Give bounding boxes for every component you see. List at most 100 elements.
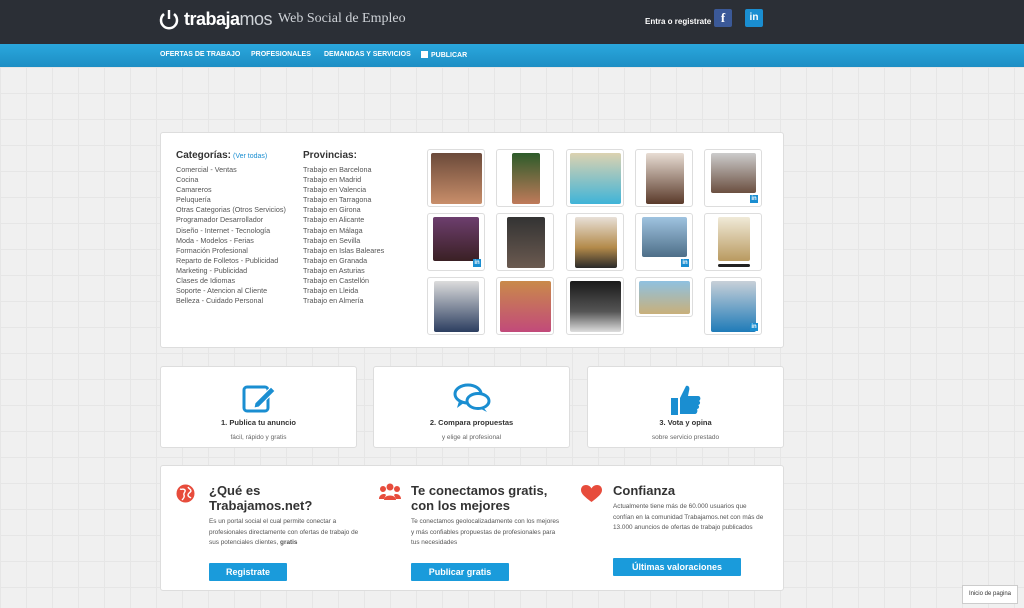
list-item[interactable]: Trabajo en Madrid <box>303 175 413 185</box>
linkedin-badge-icon: in <box>750 323 758 331</box>
latest-reviews-button[interactable]: Últimas valoraciones <box>613 558 741 576</box>
avatar <box>500 281 551 332</box>
main-nav: OFERTAS DE TRABAJO PROFESIONALES DEMANDA… <box>0 44 1024 67</box>
avatar <box>646 153 684 204</box>
provinces-list: Trabajo en Barcelona Trabajo en Madrid Tra… <box>303 165 413 306</box>
avatar <box>718 217 750 261</box>
profile-photo[interactable]: in <box>427 213 485 271</box>
step-compare[interactable]: 2. Compara propuestas y elige al profesi… <box>373 366 570 448</box>
provinces-title: Provincias: <box>303 150 357 161</box>
what-is-text: Es un portal social el cual permite cone… <box>209 518 359 547</box>
list-item[interactable]: Trabajo en Almería <box>303 296 413 306</box>
publish-free-button[interactable]: Publicar gratis <box>411 563 509 581</box>
back-to-top-button[interactable]: Inicio de pagina <box>962 585 1018 604</box>
list-item[interactable]: Trabajo en Sevilla <box>303 236 413 246</box>
avatar <box>433 217 479 261</box>
profile-photo[interactable] <box>566 213 624 271</box>
profile-photo[interactable]: in <box>635 213 693 271</box>
step-title: 2. Compara propuestas <box>429 418 514 427</box>
register-button[interactable]: Registrate <box>209 563 287 581</box>
logo-tagline: Web Social de Empleo <box>278 11 406 26</box>
list-item[interactable]: Trabajo en Castellón <box>303 276 413 286</box>
list-item[interactable]: Diseño - Internet - Tecnología <box>176 226 286 236</box>
list-item[interactable]: Comercial - Ventas <box>176 165 286 175</box>
list-item[interactable]: Trabajo en Lleida <box>303 286 413 296</box>
step-subtitle: sobre servicio prestado <box>651 434 720 441</box>
nav-profesionales[interactable]: PROFESIONALES <box>251 51 311 58</box>
nav-demandas[interactable]: DEMANDAS Y SERVICIOS <box>324 51 411 58</box>
connect-title: Te conectamos gratis, con los mejores <box>411 483 548 513</box>
view-all-link[interactable]: (Ver todas) <box>233 153 267 160</box>
step-title: 3. Vota y opina <box>659 418 712 427</box>
globe-icon <box>176 484 195 503</box>
categories-title: Categorías: (Ver todas) <box>176 150 268 161</box>
list-item[interactable]: Trabajo en Barcelona <box>303 165 413 175</box>
list-item[interactable]: Camareros <box>176 185 286 195</box>
list-item[interactable]: Programador Desarrollador <box>176 215 286 225</box>
list-item[interactable]: Otras Categorias (Otros Servicios) <box>176 205 286 215</box>
users-icon <box>379 483 401 500</box>
site-logo[interactable]: trabajamos Web Social de Empleo <box>158 8 406 30</box>
list-item[interactable]: Trabajo en Málaga <box>303 226 413 236</box>
list-item[interactable]: Trabajo en Tarragona <box>303 195 413 205</box>
profile-photo[interactable] <box>566 277 624 335</box>
list-item[interactable]: Belleza - Cuidado Personal <box>176 296 286 306</box>
step-publish[interactable]: 1. Publica tu anuncio fácil, rápido y gr… <box>160 366 357 448</box>
profile-photo[interactable] <box>427 149 485 207</box>
profile-photo[interactable] <box>704 213 762 271</box>
list-item[interactable]: Clases de Idiomas <box>176 276 286 286</box>
thumbs-up-icon <box>670 385 700 415</box>
check-icon <box>421 51 428 58</box>
avatar <box>434 281 479 332</box>
step-title: 1. Publica tu anuncio <box>220 418 296 427</box>
logo-text: trabajamos <box>184 8 273 29</box>
directory-panel: Categorías: (Ver todas) Comercial - Venta… <box>160 132 784 348</box>
profile-photo[interactable] <box>427 277 485 335</box>
linkedin-badge-icon: in <box>681 259 689 267</box>
nav-publicar[interactable]: PUBLICAR <box>421 51 467 59</box>
linkedin-badge-icon: in <box>750 195 758 203</box>
login-register-link[interactable]: Entra o registrate <box>645 17 711 26</box>
linkedin-icon[interactable]: in <box>745 9 763 27</box>
list-item[interactable]: Trabajo en Asturias <box>303 266 413 276</box>
avatar <box>639 281 690 314</box>
list-item[interactable]: Peluquería <box>176 195 286 205</box>
profile-photo[interactable] <box>496 213 554 271</box>
list-item[interactable]: Moda - Modelos - Ferias <box>176 236 286 246</box>
what-is-title: ¿Qué es Trabajamos.net? <box>209 483 313 513</box>
list-item[interactable]: Trabajo en Girona <box>303 205 413 215</box>
nav-ofertas[interactable]: OFERTAS DE TRABAJO <box>160 51 240 58</box>
connect-text: Te conectamos geolocalizadamente con los… <box>411 518 560 547</box>
list-item[interactable]: Trabajo en Alicante <box>303 215 413 225</box>
linkedin-badge-icon: in <box>473 259 481 267</box>
avatar <box>642 217 687 257</box>
pencil-icon <box>242 385 276 413</box>
profile-photo[interactable] <box>635 277 693 317</box>
list-item[interactable]: Trabajo en Granada <box>303 256 413 266</box>
list-item[interactable]: Marketing - Publicidad <box>176 266 286 276</box>
profile-photo[interactable] <box>496 149 554 207</box>
avatar <box>512 153 540 204</box>
list-item[interactable]: Soporte - Atencion al Cliente <box>176 286 286 296</box>
nav-publicar-label: PUBLICAR <box>431 52 468 59</box>
facebook-icon[interactable]: f <box>714 9 732 27</box>
profile-photo[interactable]: in <box>704 149 762 207</box>
list-item[interactable]: Formación Profesional <box>176 246 286 256</box>
step-vote[interactable]: 3. Vota y opina sobre servicio prestado <box>587 366 784 448</box>
profile-photo[interactable]: in <box>704 277 762 335</box>
avatar <box>575 217 617 268</box>
step-subtitle: y elige al profesional <box>441 434 502 441</box>
avatar <box>570 153 621 204</box>
profile-photo[interactable] <box>496 277 554 335</box>
list-item[interactable]: Trabajo en Valencia <box>303 185 413 195</box>
chat-bubbles-icon <box>453 383 490 412</box>
heart-icon <box>581 485 602 502</box>
list-item[interactable]: Cocina <box>176 175 286 185</box>
list-item[interactable]: Trabajo en Islas Baleares <box>303 246 413 256</box>
avatar <box>570 281 621 332</box>
categories-list: Comercial - Ventas Cocina Camareros Peluque… <box>176 165 286 306</box>
profile-photo[interactable] <box>635 149 693 207</box>
list-item[interactable]: Reparto de Folletos - Publicidad <box>176 256 286 266</box>
profile-photo[interactable] <box>566 149 624 207</box>
info-panel: ¿Qué es Trabajamos.net? Es un portal soci… <box>160 465 784 591</box>
